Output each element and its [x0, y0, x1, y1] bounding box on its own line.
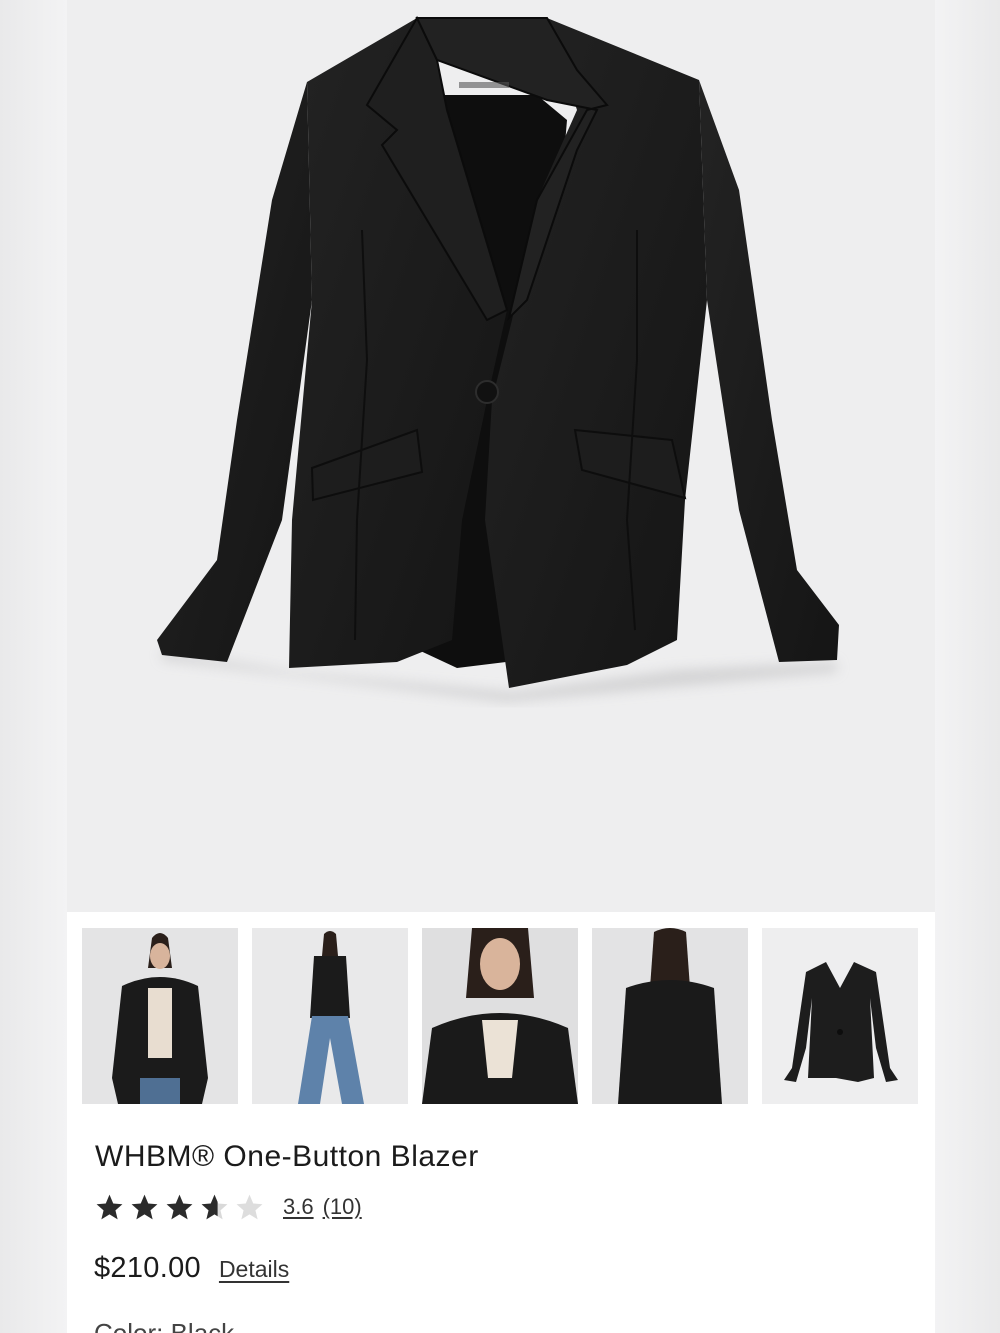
right-margin-shade — [934, 0, 1000, 1333]
star-filled-icon — [131, 1194, 158, 1219]
star-empty-icon — [236, 1194, 263, 1219]
product-title: WHBM® One-Button Blazer — [95, 1140, 479, 1173]
rating-summary[interactable]: 3.6 (10) — [94, 1190, 362, 1224]
thumbnail-strip — [82, 928, 935, 1104]
rating-value-link[interactable]: 3.6 — [283, 1194, 314, 1220]
flat-lay-image — [762, 928, 918, 1104]
star-partial-icon — [201, 1194, 228, 1219]
star-filled-icon — [96, 1194, 123, 1219]
review-count-link[interactable]: (10) — [323, 1194, 362, 1220]
product-page: WHBM® One-Button Blazer 3.6 (10) $210.00… — [67, 0, 935, 1333]
thumbnail-model-back[interactable] — [592, 928, 748, 1104]
rating-stars — [94, 1192, 265, 1223]
product-price: $210.00 — [94, 1252, 201, 1284]
model-back-image — [592, 928, 748, 1104]
selected-color-label: Color: Black — [94, 1318, 235, 1333]
model-closeup-image — [422, 928, 578, 1104]
price-row: $210.00 Details — [94, 1252, 289, 1285]
model-front-image — [82, 928, 238, 1104]
thumbnail-model-front[interactable] — [82, 928, 238, 1104]
thumbnail-model-full-length[interactable] — [252, 928, 408, 1104]
model-full-length-image — [252, 928, 408, 1104]
star-filled-icon — [166, 1194, 193, 1219]
left-margin-shade — [0, 0, 67, 1333]
thumbnail-model-closeup[interactable] — [422, 928, 578, 1104]
details-link[interactable]: Details — [219, 1256, 289, 1283]
main-product-image[interactable] — [67, 0, 935, 912]
blazer-illustration — [157, 15, 839, 702]
thumbnail-flat-lay[interactable] — [762, 928, 918, 1104]
